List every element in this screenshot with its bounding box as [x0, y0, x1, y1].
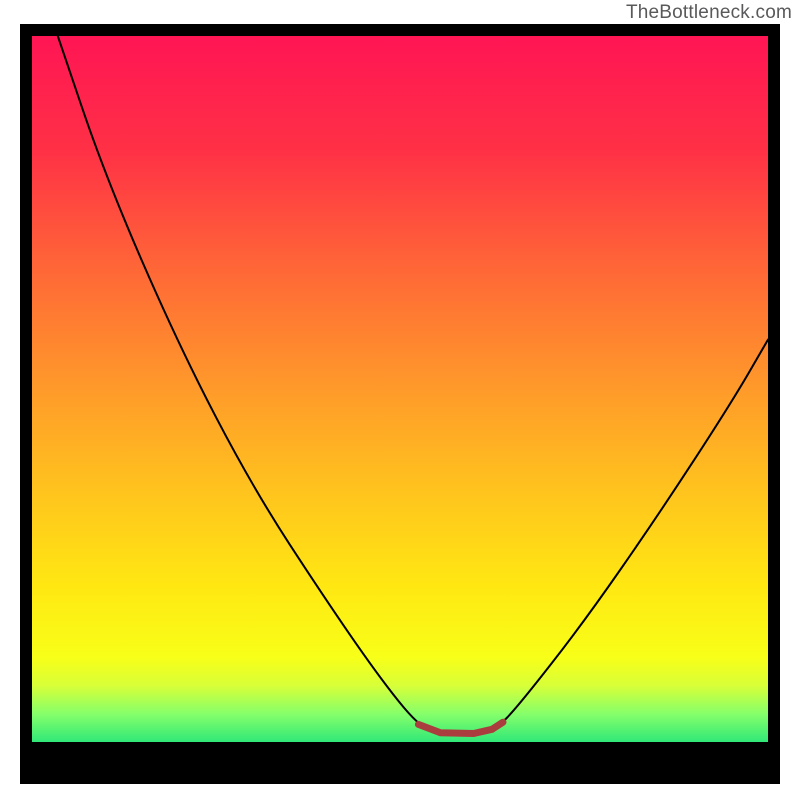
chart-plot-area [20, 24, 780, 784]
watermark-text: TheBottleneck.com [626, 2, 792, 24]
root-container: TheBottleneck.com [0, 0, 800, 800]
gradient-chart-svg [32, 36, 768, 742]
gradient-background [32, 36, 768, 742]
